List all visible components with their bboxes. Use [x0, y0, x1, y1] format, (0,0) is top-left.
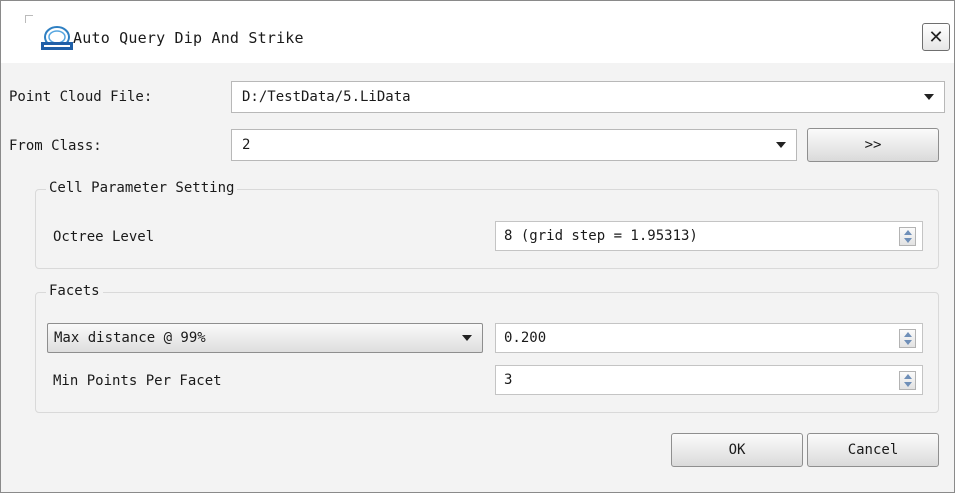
max-distance-value: 0.200 [504, 330, 547, 346]
facet-mode-selected: Max distance @ 99% [54, 330, 206, 346]
from-class-combo[interactable]: 2 [231, 129, 797, 161]
ok-button[interactable]: OK [671, 433, 803, 467]
close-icon: ✕ [928, 26, 944, 48]
octree-level-value: 8 (grid step = 1.95313) [504, 228, 698, 244]
max-distance-spinbox[interactable]: 0.200 [495, 323, 923, 353]
chevron-down-icon [462, 335, 472, 341]
chevron-down-icon [776, 142, 786, 148]
octree-level-label: Octree Level [53, 229, 155, 245]
ok-button-label: OK [728, 442, 746, 458]
auto-query-dialog: Auto Query Dip And Strike ✕ Point Cloud … [0, 0, 955, 493]
spinner-arrows-icon[interactable] [899, 371, 916, 390]
point-cloud-file-label: Point Cloud File: [9, 89, 153, 105]
facet-mode-dropdown[interactable]: Max distance @ 99% [47, 323, 483, 353]
min-points-value: 3 [504, 372, 513, 388]
cancel-button-label: Cancel [847, 442, 899, 458]
min-points-per-facet-label: Min Points Per Facet [53, 373, 222, 389]
title-bar: Auto Query Dip And Strike ✕ [1, 1, 954, 63]
facets-group-title: Facets [46, 283, 103, 299]
window-corner-mark [25, 15, 33, 23]
point-cloud-file-combo[interactable]: D:/TestData/5.LiData [231, 81, 945, 113]
point-cloud-file-value: D:/TestData/5.LiData [242, 89, 411, 105]
app-logo-icon [41, 26, 73, 50]
close-button[interactable]: ✕ [922, 23, 950, 51]
expand-classes-button-label: >> [864, 137, 882, 153]
octree-level-spinbox[interactable]: 8 (grid step = 1.95313) [495, 221, 923, 251]
min-points-spinbox[interactable]: 3 [495, 365, 923, 395]
from-class-value: 2 [242, 137, 251, 153]
window-title: Auto Query Dip And Strike [73, 29, 304, 47]
from-class-label: From Class: [9, 138, 102, 154]
cancel-button[interactable]: Cancel [807, 433, 939, 467]
chevron-down-icon [924, 94, 934, 100]
spinner-arrows-icon[interactable] [899, 329, 916, 348]
expand-classes-button[interactable]: >> [807, 128, 939, 162]
spinner-arrows-icon[interactable] [899, 227, 916, 246]
cell-parameter-group-title: Cell Parameter Setting [46, 180, 238, 196]
